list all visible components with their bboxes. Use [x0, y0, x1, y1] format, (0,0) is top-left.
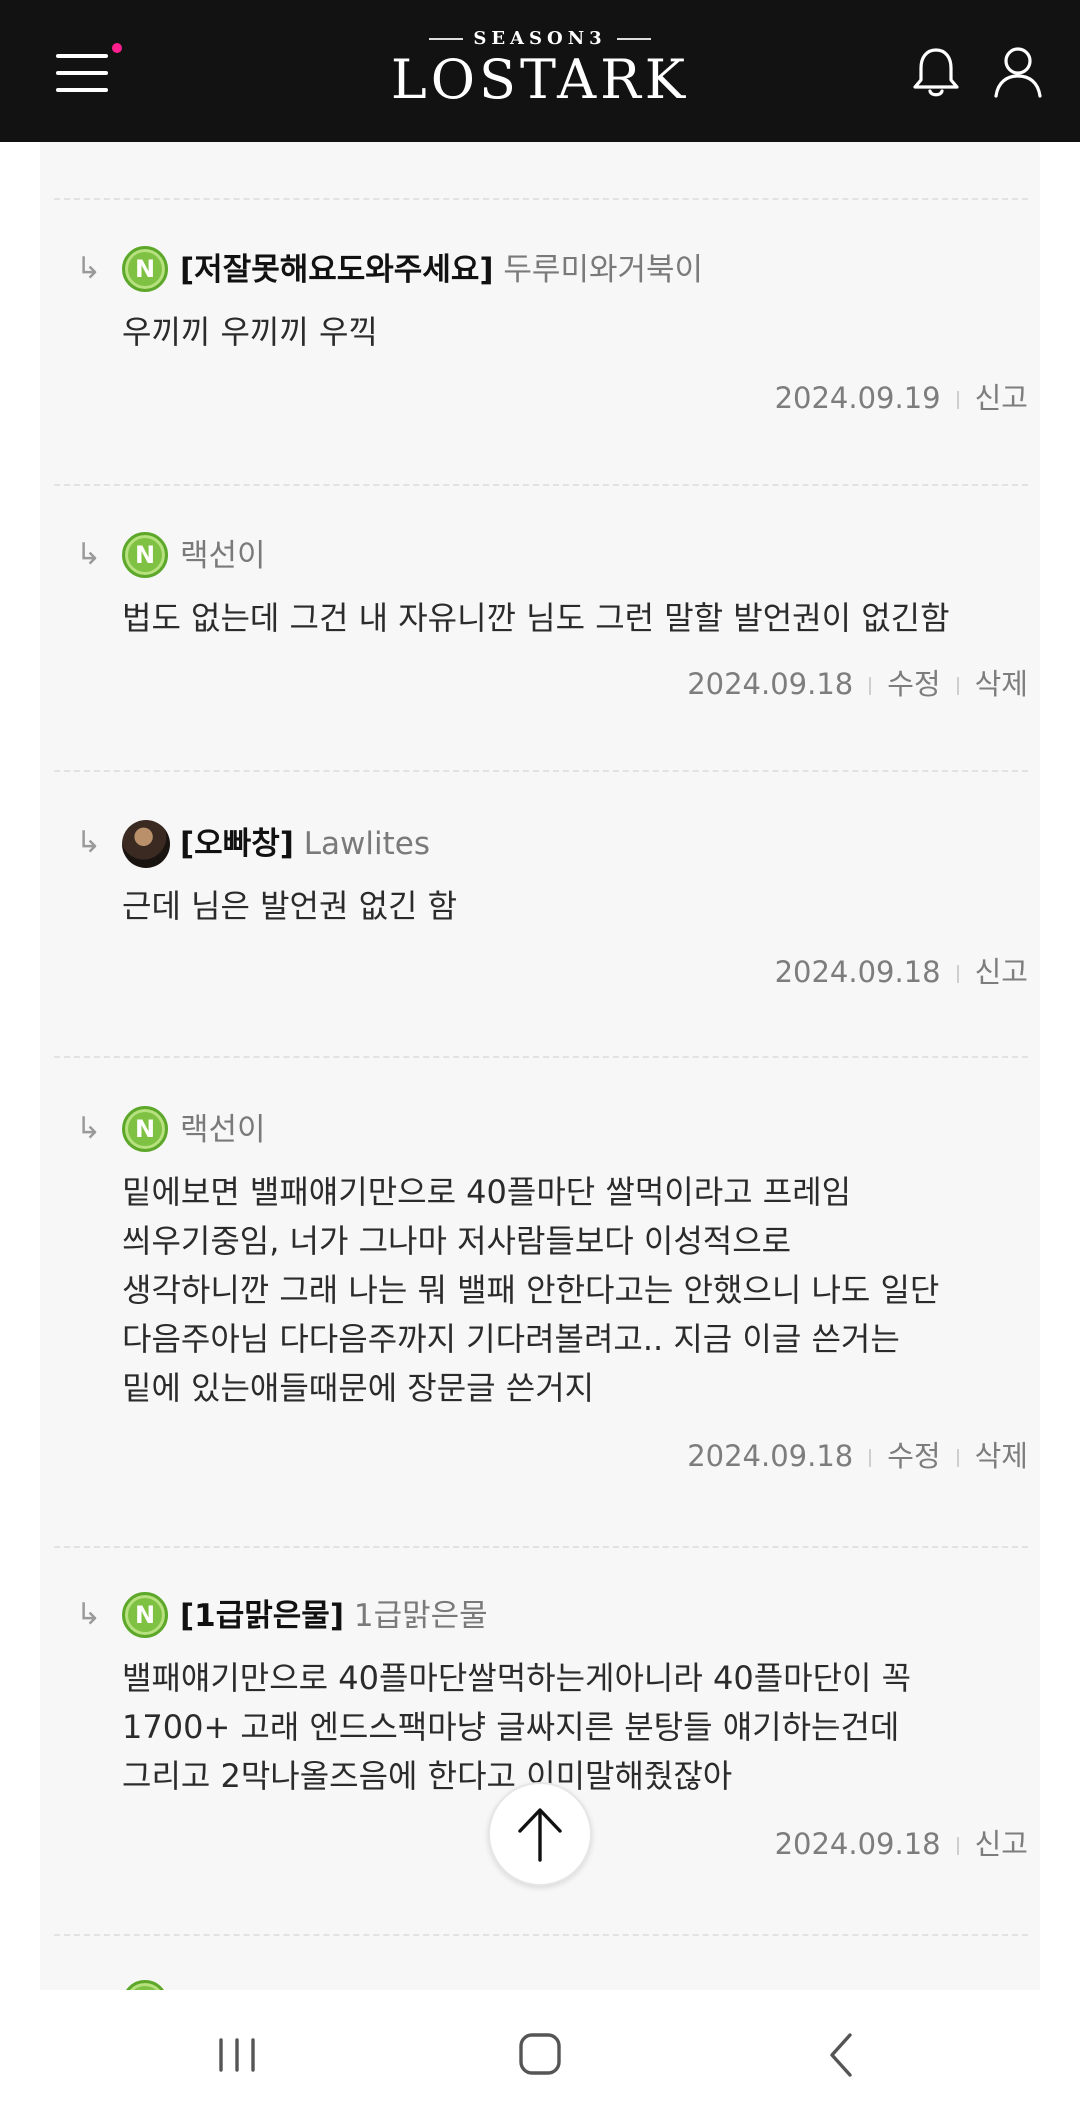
- menu-line: [56, 88, 108, 92]
- author-guild: [저잘못해요도와주세요]: [180, 252, 494, 288]
- top-header: SEASON3 LOSTARK: [0, 0, 1080, 142]
- comment-meta: 2024.09.18 수정 삭제: [687, 664, 1028, 704]
- reply-arrow-icon: ↳: [76, 1111, 102, 1146]
- comment-meta: 2024.09.18 수정 삭제: [687, 1436, 1028, 1476]
- author-nick: Lawlites: [303, 826, 430, 862]
- npc-avatar[interactable]: N: [122, 1106, 168, 1152]
- author-guild: [1급맑은물]: [180, 1598, 344, 1634]
- author-nick: 랙선이: [180, 538, 266, 574]
- user-avatar[interactable]: [122, 820, 170, 868]
- lostark-logo[interactable]: SEASON3 LOSTARK: [380, 28, 700, 120]
- delete-button[interactable]: 삭제: [975, 667, 1028, 701]
- comment-text: 법도 없는데 그건 내 자유니깐 님도 그런 말할 발언권이 없긴함: [122, 599, 950, 637]
- npc-avatar[interactable]: N: [122, 1592, 168, 1638]
- edit-button[interactable]: 수정: [887, 667, 940, 701]
- arrow-up-icon: [518, 1808, 562, 1862]
- meta-separator: [869, 677, 872, 695]
- divider: [54, 198, 1028, 200]
- meta-separator: [869, 1449, 872, 1467]
- reply-arrow-icon: ↳: [76, 825, 102, 860]
- meta-separator: [956, 1837, 959, 1855]
- comment-text: 근데 님은 발언권 없긴 함: [122, 887, 458, 925]
- comment-list: ↳ N [저잘못해요도와주세요] 두루미와거북이 우끼끼 우끼끼 우끽 2024…: [40, 142, 1040, 1990]
- edit-button[interactable]: 수정: [887, 1439, 940, 1473]
- reply-arrow-icon: ↳: [76, 251, 102, 286]
- report-button[interactable]: 신고: [975, 381, 1028, 415]
- system-nav-bar: [0, 1990, 1080, 2118]
- comment-author[interactable]: 랙선이: [180, 1108, 266, 1152]
- comment-author[interactable]: [저잘못해요도와주세요] 두루미와거북이: [180, 248, 703, 292]
- scroll-top-button[interactable]: [488, 1782, 592, 1886]
- reply-arrow-icon: ↳: [76, 1597, 102, 1632]
- author-nick: 1급맑은물: [353, 1598, 488, 1634]
- comment-meta: 2024.09.18 신고: [775, 952, 1028, 992]
- comment-date: 2024.09.18: [774, 955, 941, 989]
- menu-line: [56, 54, 108, 58]
- bell-icon[interactable]: [908, 44, 964, 100]
- meta-separator: [956, 391, 959, 409]
- comment-author[interactable]: [오빠창] Lawlites: [180, 822, 430, 866]
- hamburger-menu-icon[interactable]: [54, 50, 110, 94]
- home-icon[interactable]: [504, 2020, 574, 2090]
- recent-apps-icon[interactable]: [202, 2020, 272, 2090]
- comment-meta: 2024.09.18 신고: [775, 1824, 1028, 1864]
- comment-author[interactable]: 랙선이: [180, 534, 266, 578]
- npc-avatar[interactable]: N: [122, 246, 168, 292]
- divider: [54, 1934, 1028, 1936]
- comment-date: 2024.09.18: [774, 1827, 941, 1861]
- meta-separator: [956, 965, 959, 983]
- reply-arrow-icon: ↳: [76, 537, 102, 572]
- divider: [54, 1056, 1028, 1058]
- npc-avatar[interactable]: N: [122, 532, 168, 578]
- report-button[interactable]: 신고: [975, 1827, 1028, 1861]
- author-nick: 두루미와거북이: [503, 252, 704, 288]
- report-button[interactable]: 신고: [975, 955, 1028, 989]
- comment-author[interactable]: [1급맑은물] 1급맑은물: [180, 1594, 488, 1638]
- comment-date: 2024.09.18: [687, 667, 854, 701]
- notification-dot: [112, 43, 122, 53]
- npc-avatar[interactable]: [122, 1980, 168, 1990]
- divider: [54, 484, 1028, 486]
- meta-separator: [956, 677, 959, 695]
- meta-separator: [956, 1449, 959, 1467]
- user-icon[interactable]: [992, 44, 1044, 100]
- comment-date: 2024.09.19: [774, 381, 941, 415]
- comment-text: 밑에보면 밸패얘기만으로 40플마단 쌀먹이라고 프레임 씌우기중임, 너가 그…: [122, 1173, 940, 1407]
- divider: [54, 1546, 1028, 1548]
- delete-button[interactable]: 삭제: [975, 1439, 1028, 1473]
- author-nick: 랙선이: [180, 1112, 266, 1148]
- menu-line: [56, 71, 108, 75]
- comment-meta: 2024.09.19 신고: [775, 378, 1028, 418]
- comment-text: 우끼끼 우끼끼 우끽: [122, 313, 378, 351]
- logo-season: SEASON3: [380, 28, 700, 50]
- divider: [54, 770, 1028, 772]
- back-icon[interactable]: [808, 2020, 878, 2090]
- author-guild: [오빠창]: [180, 826, 294, 862]
- comment-date: 2024.09.18: [687, 1439, 854, 1473]
- logo-name: LOSTARK: [390, 48, 690, 111]
- comment-text: 밸패얘기만으로 40플마단쌀먹하는게아니라 40플마단이 꼭 1700+ 고래 …: [122, 1659, 912, 1795]
